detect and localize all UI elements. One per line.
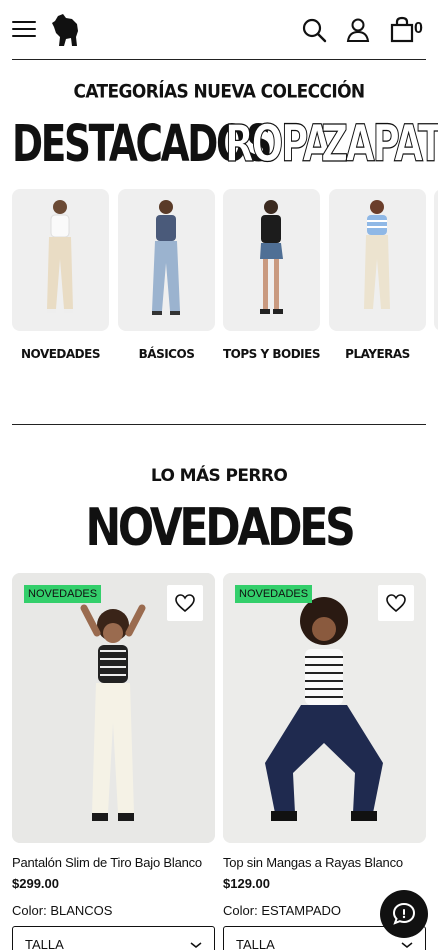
category-image <box>329 189 426 331</box>
featured-kicker: LO MÁS PERRO <box>150 466 288 486</box>
product-image[interactable]: NOVEDADES <box>12 573 215 843</box>
color-label: Color: <box>12 903 47 918</box>
category-label: BÁSICOS <box>138 347 195 361</box>
category-image <box>118 189 215 331</box>
product-name[interactable]: Pantalón Slim de Tiro Bajo Blanco <box>12 855 215 870</box>
category-carousel: NOVEDADES BÁSICOS TOPS Y BODIES PLAYERAS <box>12 189 438 369</box>
category-image <box>223 189 320 331</box>
category-label: PLAYERAS <box>345 347 410 361</box>
category-item-playeras[interactable]: PLAYERAS <box>329 189 426 361</box>
new-badge: NOVEDADES <box>235 585 313 603</box>
wishlist-heart-icon[interactable] <box>378 585 414 621</box>
product-price: $299.00 <box>12 876 59 891</box>
chevron-down-icon <box>401 937 413 950</box>
featured-title: NOVEDADES <box>85 498 355 558</box>
brand-logo[interactable] <box>50 13 82 47</box>
category-label: TOPS Y BODIES <box>223 347 320 361</box>
size-select-label: TALLA <box>236 937 275 950</box>
color-label: Color: <box>223 903 258 918</box>
search-icon[interactable] <box>300 16 328 44</box>
chat-button[interactable] <box>380 890 428 938</box>
categories-title: CATEGORÍAS NUEVA COLECCIÓN <box>73 81 365 103</box>
tab-ropa[interactable]: ROPA <box>225 114 333 174</box>
header-divider <box>12 59 426 60</box>
category-image <box>12 189 109 331</box>
section-divider <box>12 424 426 425</box>
category-next-peek <box>434 189 438 331</box>
menu-icon[interactable] <box>12 19 36 39</box>
product-name[interactable]: Top sin Mangas a Rayas Blanco <box>223 855 426 870</box>
account-icon[interactable] <box>344 16 372 44</box>
category-tabs: DESTACADOS ROPA ZAPATOS <box>12 114 438 174</box>
chevron-down-icon <box>190 937 202 950</box>
chat-bubble-icon <box>392 902 416 925</box>
product-color: Color: BLANCOS <box>12 903 215 918</box>
size-select-label: TALLA <box>25 937 64 950</box>
product-card[interactable]: NOVEDADES Pantalón Slim de Tiro Bajo Bla… <box>12 573 215 950</box>
category-label: NOVEDADES <box>21 347 100 361</box>
category-item-novedades[interactable]: NOVEDADES <box>12 189 109 361</box>
color-value: ESTAMPADO <box>261 903 342 918</box>
tab-zapatos[interactable]: ZAPATOS <box>321 114 438 174</box>
category-item-tops-y-bodies[interactable]: TOPS Y BODIES <box>223 189 320 361</box>
size-select[interactable]: TALLA <box>12 926 215 950</box>
bag-icon[interactable] <box>388 16 416 44</box>
color-value: BLANCOS <box>50 903 113 918</box>
category-item-basicos[interactable]: BÁSICOS <box>118 189 215 361</box>
product-image[interactable]: NOVEDADES <box>223 573 426 843</box>
site-header: 0 <box>0 0 438 60</box>
cart-count: 0 <box>414 20 423 37</box>
product-price: $129.00 <box>223 876 270 891</box>
new-badge: NOVEDADES <box>24 585 102 603</box>
wishlist-heart-icon[interactable] <box>167 585 203 621</box>
